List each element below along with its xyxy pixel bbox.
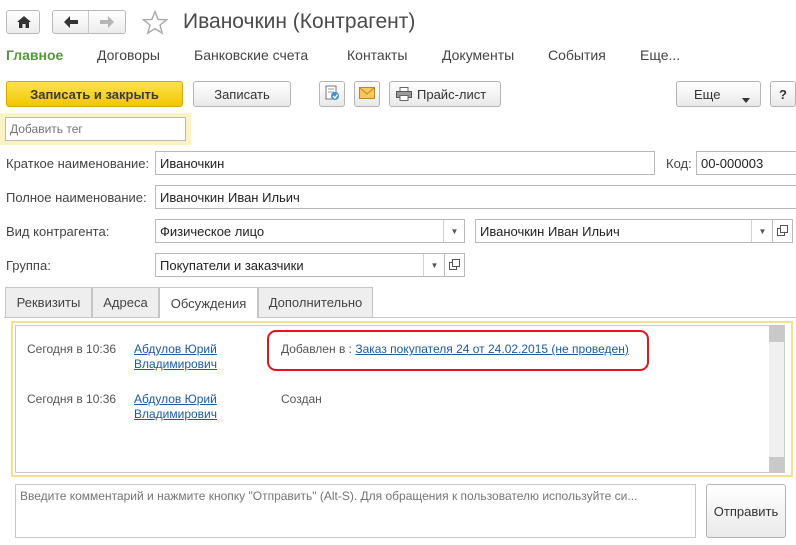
chevron-down-icon[interactable]: ▼ (423, 254, 444, 276)
message-author[interactable]: Абдулов Юрий Владимирович (134, 342, 217, 372)
home-button[interactable] (6, 10, 40, 34)
menu-item-events[interactable]: События (548, 47, 606, 63)
open-person-button[interactable] (773, 219, 793, 243)
arrow-right-icon (99, 15, 115, 32)
scrollbar-down[interactable] (769, 457, 784, 472)
chevron-down-icon[interactable]: ▼ (443, 220, 464, 242)
message-date: Сегодня в 10:36 (27, 342, 117, 356)
open-group-button[interactable] (445, 253, 465, 277)
message-date: Сегодня в 10:36 (27, 392, 117, 406)
printer-icon (396, 87, 412, 101)
counterparty-type-label: Вид контрагента: (6, 224, 110, 239)
home-icon (16, 15, 32, 32)
email-button[interactable] (354, 81, 380, 107)
message-text: Создан (281, 392, 322, 406)
counterparty-type-select[interactable]: Физическое лицо ▼ (155, 219, 465, 243)
menu-item-main[interactable]: Главное (6, 47, 63, 63)
tab-divider (4, 317, 796, 318)
report-button[interactable] (319, 81, 345, 107)
message-author[interactable]: Абдулов Юрий Владимирович (134, 392, 217, 422)
message-prefix: Добавлен в : (281, 342, 352, 356)
menu-item-more[interactable]: Еще... (640, 47, 680, 63)
menu-item-bank-accounts[interactable]: Банковские счета (194, 47, 308, 63)
caret-down-icon (742, 91, 750, 106)
open-window-icon (777, 224, 788, 239)
group-select[interactable]: Покупатели и заказчики ▼ (155, 253, 445, 277)
counterparty-type-value: Физическое лицо (160, 224, 265, 239)
author-second-line: Владимирович (134, 407, 218, 421)
author-first-line: Абдулов Юрий (134, 392, 217, 406)
more-actions-label: Еще (694, 86, 721, 102)
save-and-close-button[interactable]: Записать и закрыть (6, 81, 183, 107)
code-label: Код: (666, 156, 692, 171)
more-actions-button[interactable]: Еще (676, 81, 761, 107)
report-icon (324, 85, 340, 104)
person-field[interactable]: Иваночкин Иван Ильич ▼ (475, 219, 773, 243)
full-name-field[interactable]: Иваночкин Иван Ильич (155, 185, 796, 209)
add-tag-input[interactable] (5, 117, 186, 141)
tab-addresses[interactable]: Адреса (92, 287, 159, 317)
save-button[interactable]: Записать (193, 81, 291, 107)
code-field[interactable]: 00-000003 (696, 151, 796, 175)
help-button[interactable]: ? (770, 81, 796, 107)
forward-button[interactable] (90, 11, 125, 33)
price-list-button[interactable]: Прайс-лист (389, 81, 501, 107)
menu-item-contracts[interactable]: Договоры (97, 47, 160, 63)
author-second-line: Владимирович (134, 357, 218, 371)
scrollbar-up[interactable] (769, 326, 784, 342)
full-name-label: Полное наименование: (6, 190, 147, 205)
price-list-label: Прайс-лист (417, 86, 487, 102)
page-title: Иваночкин (Контрагент) (183, 10, 416, 33)
tab-additional[interactable]: Дополнительно (258, 287, 373, 317)
author-first-line: Абдулов Юрий (134, 342, 217, 356)
person-value: Иваночкин Иван Ильич (480, 224, 620, 239)
send-button[interactable]: Отправить (706, 484, 786, 538)
message-text: Добавлен в : Заказ покупателя 24 от 24.0… (281, 342, 629, 356)
short-name-field[interactable]: Иваночкин (155, 151, 655, 175)
back-button[interactable] (53, 11, 89, 33)
order-link[interactable]: Заказ покупателя 24 от 24.02.2015 (не пр… (355, 342, 629, 356)
menu-item-contacts[interactable]: Контакты (347, 47, 407, 63)
scrollbar[interactable] (769, 326, 784, 472)
short-name-label: Краткое наименование: (6, 156, 150, 171)
group-label: Группа: (6, 258, 51, 273)
comment-input[interactable] (15, 484, 696, 538)
menu-item-documents[interactable]: Документы (442, 47, 514, 63)
tab-requisites[interactable]: Реквизиты (5, 287, 92, 317)
envelope-icon (359, 86, 375, 102)
star-icon[interactable] (141, 9, 169, 38)
chevron-down-icon[interactable]: ▼ (751, 220, 772, 242)
arrow-left-icon (63, 15, 79, 32)
group-value: Покупатели и заказчики (160, 258, 304, 273)
open-window-icon (449, 258, 460, 273)
tab-discussions[interactable]: Обсуждения (159, 287, 258, 318)
